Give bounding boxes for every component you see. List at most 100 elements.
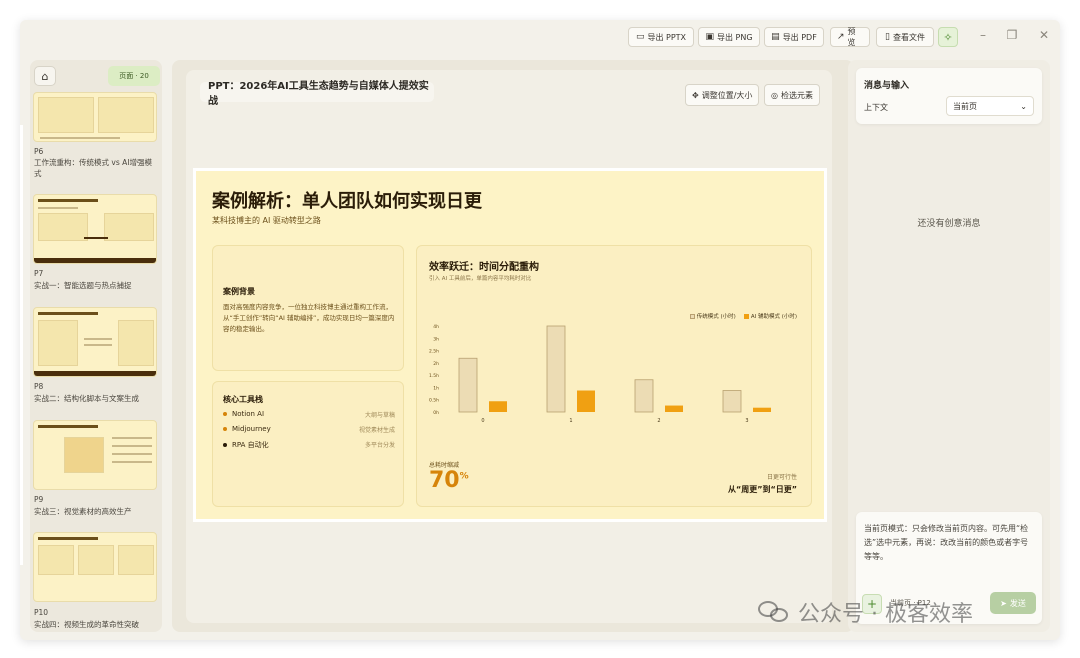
tool-stack-card[interactable]: 核心工具栈 Notion AI 大纲与草稿 Midjourney 视觉素材生成 …: [212, 381, 404, 507]
x-tick-label: 2: [657, 418, 660, 424]
y-tick-label: 4h: [433, 324, 439, 330]
thumbnail-title: 实战三：视觉素材的高效生产: [34, 507, 132, 516]
external-link-icon: ↗: [837, 31, 845, 42]
view-files-label: 查看文件: [892, 32, 925, 42]
bar-chart: 0h 0.5h 1h 1.5h 2h 2.5h 3h 4h 0 1 2 3: [429, 324, 771, 424]
document-icon: ▯: [885, 31, 890, 42]
chart-bar: [577, 390, 595, 412]
panel-title: 消息与输入: [864, 81, 910, 91]
watermark: 公众号 · 极客效率: [758, 596, 973, 628]
chart-bar: [753, 407, 771, 412]
close-icon[interactable]: ✕: [1036, 28, 1052, 42]
message-panel: 消息与输入 上下文 当前页 ⌄ 还没有创意消息 当前页模式：只会修改当前页内容。…: [848, 60, 1050, 632]
chart-legend: 传统模式 (小时) AI 辅助模式 (小时): [689, 312, 797, 320]
y-tick-label: 1h: [433, 385, 439, 391]
tool-name: Midjourney: [232, 425, 271, 433]
watermark-text: 公众号 · 极客效率: [798, 602, 973, 627]
slide-subtitle[interactable]: 某科技博主的 AI 驱动转型之路: [212, 215, 321, 226]
slide-thumbnail[interactable]: [33, 92, 157, 142]
y-tick-label: 0h: [433, 410, 439, 416]
file-icon: ▤: [771, 31, 780, 42]
sparkle-icon: ✧: [943, 30, 953, 44]
chart-bar: [634, 379, 654, 413]
chart-bar: [722, 390, 742, 413]
restore-icon[interactable]: ❐: [1004, 28, 1020, 42]
thumbnail-number: P6: [34, 147, 44, 156]
tool-item: Notion AI 大纲与草稿: [223, 410, 395, 422]
export-pptx-button[interactable]: ▭ 导出 PPTX: [628, 27, 694, 47]
slide-thumbnail[interactable]: [33, 420, 157, 490]
y-tick-label: 1.5h: [429, 373, 439, 379]
case-background-card[interactable]: 案例背景 面对高强度内容竞争，一位独立科技博主通过重构工作流，从“手工创作”转向…: [212, 245, 404, 371]
export-pdf-button[interactable]: ▤ 导出 PDF: [764, 27, 824, 47]
y-tick-label: 3h: [433, 336, 439, 342]
thumbnail-title: 实战四：视频生成的革命性突破: [34, 620, 139, 629]
send-label: 发送: [1009, 598, 1026, 608]
ppt-title: PPT：2026年AI工具生态趋势与自媒体人提效实战: [200, 81, 434, 107]
chart-bar: [458, 357, 478, 413]
slide-canvas[interactable]: 案例解析：单人团队如何实现日更 某科技博主的 AI 驱动转型之路 案例背景 面对…: [193, 168, 827, 522]
move-icon: ✥: [692, 90, 699, 100]
efficiency-chart-card[interactable]: 效率跃迁：时间分配重构 引入 AI 工具前后，单篇内容平均耗时对比 传统模式 (…: [416, 245, 812, 507]
view-files-button[interactable]: ▯ 查看文件: [876, 27, 934, 47]
bullet-icon: [223, 427, 227, 431]
stat-value: 70%: [429, 468, 469, 493]
context-value: 当前页: [953, 101, 977, 111]
slide-thumbnail[interactable]: [33, 532, 157, 602]
thumbnail-number: P7: [34, 269, 44, 278]
target-icon: ◎: [771, 90, 778, 100]
preview-button[interactable]: ↗ 预览: [830, 27, 870, 47]
tool-usage: 大纲与草稿: [364, 412, 395, 419]
slide-thumbnail[interactable]: [33, 194, 157, 264]
preview-label: 预览: [847, 27, 856, 47]
home-icon: ⌂: [41, 69, 49, 83]
top-toolbar: ▭ 导出 PPTX ▣ 导出 PNG ▤ 导出 PDF ↗ 预览 ▯ 查看文件 …: [20, 20, 1060, 54]
send-icon: ➤: [1000, 598, 1007, 608]
slide-thumbnail[interactable]: [33, 307, 157, 377]
image-icon: ▣: [705, 31, 714, 42]
export-png-button[interactable]: ▣ 导出 PNG: [698, 27, 760, 47]
chart-bar: [489, 401, 507, 412]
slide-sidebar: ⌂ 页面 · 20 P6 工作流重构：传统模式 vs AI增强模式 P7 实战一…: [30, 60, 162, 632]
bullet-icon: [223, 443, 227, 447]
x-tick-label: 0: [481, 418, 484, 424]
message-input[interactable]: 当前页模式：只会修改当前页内容。可先用“检选”选中元素，再说：改改当前的颜色或者…: [864, 522, 1036, 564]
legend-item: AI 辅助模式 (小时): [743, 312, 797, 320]
message-header-card: 消息与输入 上下文 当前页 ⌄: [856, 68, 1042, 124]
send-button[interactable]: ➤ 发送: [990, 592, 1036, 614]
thumbnail-number: P9: [34, 495, 44, 504]
bullet-icon: [223, 412, 227, 416]
select-element-label: 检选元素: [780, 90, 813, 100]
x-tick-label: 1: [569, 418, 572, 424]
context-select[interactable]: 当前页 ⌄: [946, 96, 1034, 116]
case-background-text: 面对高强度内容竞争，一位独立科技博主通过重构工作流，从“手工创作”转向“AI 辅…: [223, 303, 395, 333]
feasibility-label: 日更可行性: [766, 474, 797, 481]
home-button[interactable]: ⌂: [34, 66, 56, 86]
page-count-badge: 页面 · 20: [108, 66, 160, 86]
adjust-position-button[interactable]: ✥ 调整位置/大小: [685, 84, 760, 106]
export-png-label: 导出 PNG: [716, 32, 753, 42]
context-label: 上下文: [864, 103, 888, 112]
sidebar-scrollbar[interactable]: [20, 125, 23, 565]
minimize-icon[interactable]: –: [975, 28, 991, 42]
tool-usage: 多平台分发: [364, 442, 395, 449]
tool-name: Notion AI: [232, 410, 265, 418]
tool-stack-heading: 核心工具栈: [223, 395, 263, 404]
select-element-button[interactable]: ◎ 检选元素: [764, 84, 820, 106]
thumbnail-number: P8: [34, 382, 44, 391]
feasibility-value: 从“周更”到“日更”: [727, 485, 797, 494]
slide-title[interactable]: 案例解析：单人团队如何实现日更: [212, 187, 482, 213]
tool-name: RPA 自动化: [232, 441, 269, 449]
empty-message: 还没有创意消息: [917, 219, 981, 229]
thumbnail-title: 实战二：结构化脚本与文案生成: [34, 394, 139, 403]
case-background-heading: 案例背景: [223, 287, 255, 296]
thumbnail-number: P10: [34, 608, 49, 617]
sparkle-button[interactable]: ✧: [938, 27, 958, 47]
x-tick-label: 3: [745, 418, 748, 424]
thumbnail-title: 实战一：智能选题与热点捕捉: [34, 281, 132, 290]
y-tick-label: 0.5h: [429, 398, 439, 404]
chart-bar: [546, 325, 566, 413]
adjust-position-label: 调整位置/大小: [701, 90, 753, 100]
tool-item: RPA 自动化 多平台分发: [223, 440, 395, 452]
export-pptx-label: 导出 PPTX: [647, 32, 687, 42]
